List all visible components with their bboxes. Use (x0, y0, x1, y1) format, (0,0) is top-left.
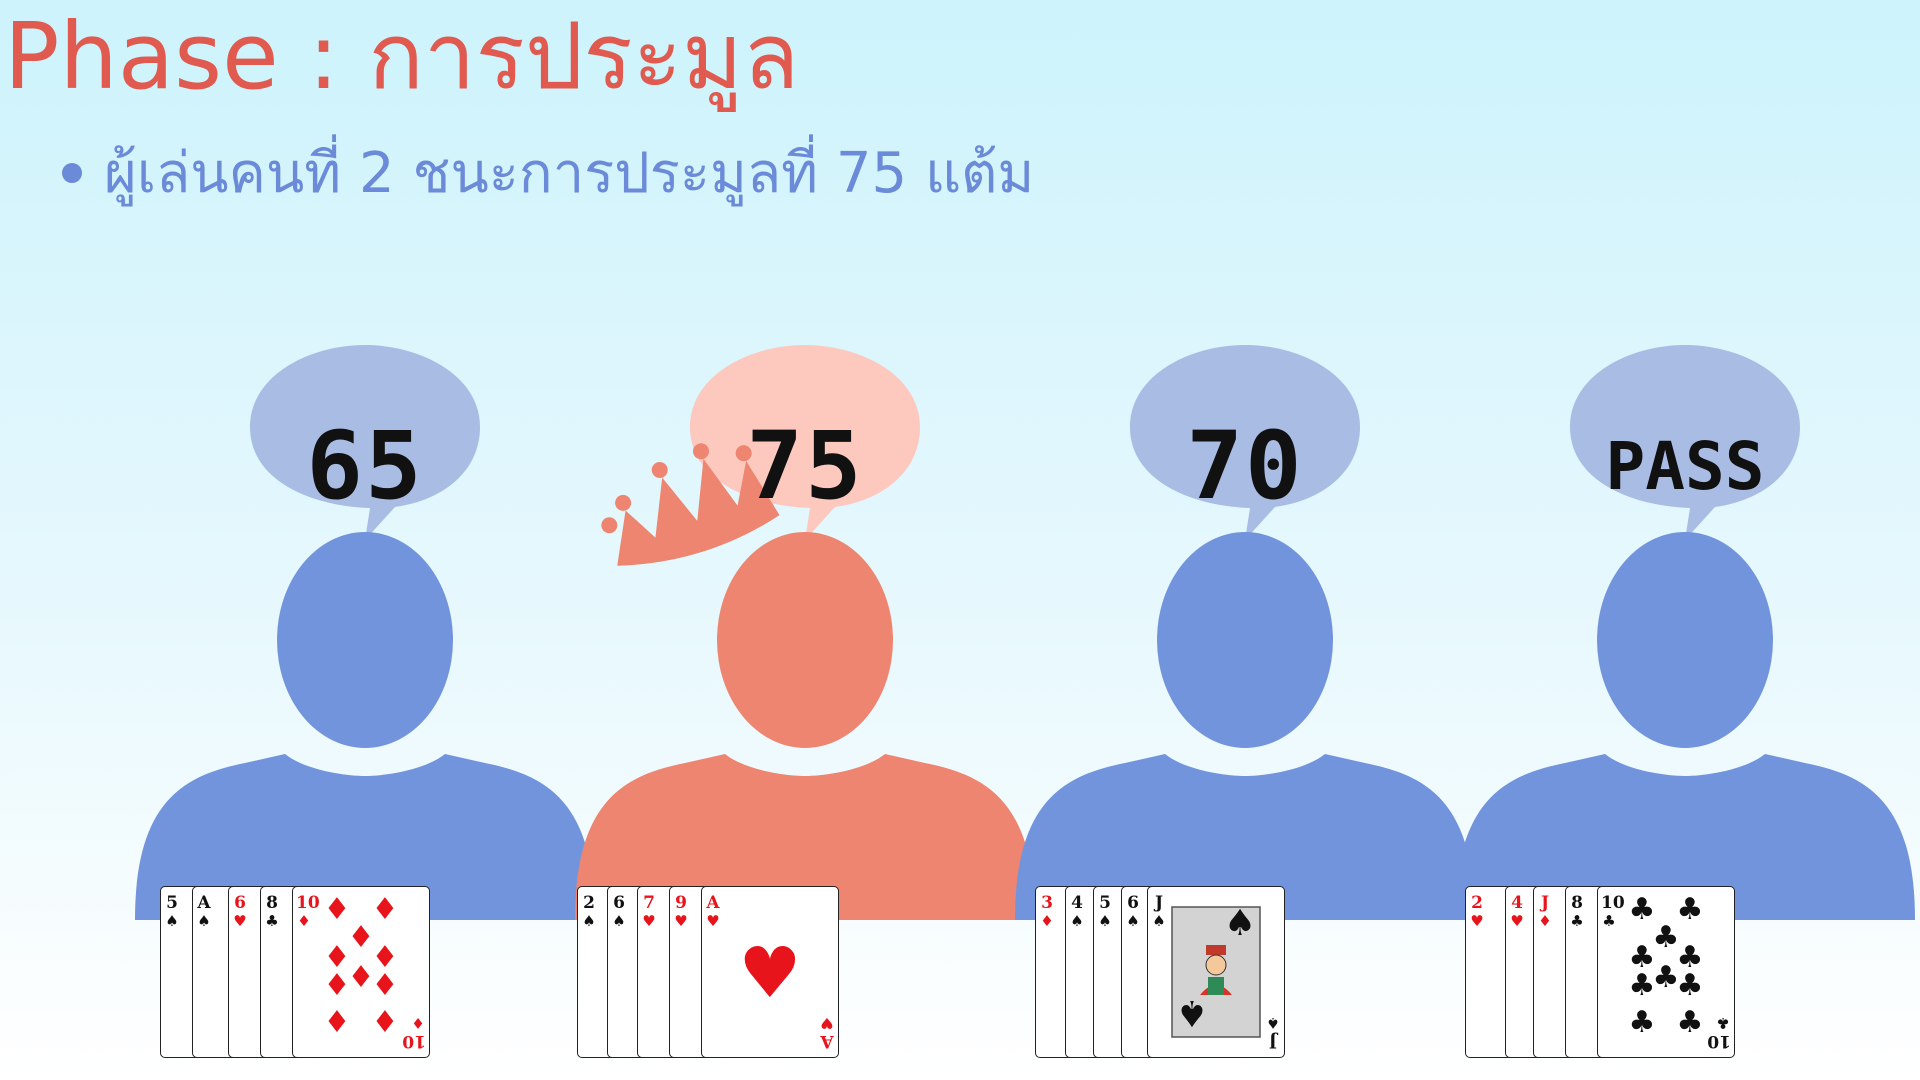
card-rank: 4 (1071, 893, 1083, 913)
bullet-text: ผู้เล่นคนที่ 2 ชนะการประมูลที่ 75 แต้ม (104, 141, 1035, 206)
svg-text:♦: ♦ (372, 1005, 399, 1040)
player-4: PASS 2 ♥ 4 ♥ J ♦ 8 ♣ 10 ♣ 10 ♣ ♣ ♣ ♣ ♣ ♣ ♣ ♣ ♣ ♣ ♣ (1435, 330, 1920, 1080)
card-suit: ♣ (1570, 912, 1584, 930)
card-face: ♣ ♣♣♣ ♣♣ ♣♣♣ ♣ (1629, 892, 1704, 1040)
bid-value: 75 (746, 412, 864, 521)
card-rank: 6 (234, 893, 246, 913)
card-suit: ♠ (165, 912, 179, 930)
card-face: ♠♠ (1171, 903, 1261, 1038)
card-index: 4 ♠ (1069, 895, 1085, 929)
card-suit: ♦ (1040, 912, 1054, 930)
card-suit: ♠ (612, 912, 626, 930)
card-rank: J (1540, 893, 1550, 913)
svg-text:♦: ♦ (348, 960, 375, 995)
card-index: 6 ♠ (1125, 895, 1141, 929)
svg-text:♣: ♣ (1677, 892, 1704, 927)
card-index: 2 ♥ (1469, 895, 1485, 929)
card-rank: 6 (1127, 893, 1139, 913)
card-face: ♦ ♦♦♦ ♦♦ ♦♦♦ ♦ (324, 892, 399, 1040)
card-index: 4 ♥ (1509, 895, 1525, 929)
svg-text:♣: ♣ (1629, 892, 1656, 927)
svg-text:♥: ♥ (739, 932, 802, 1014)
bullet-point: ผู้เล่นคนที่ 2 ชนะการประมูลที่ 75 แต้ม (62, 128, 1034, 217)
card-index: J ♦ (1537, 895, 1553, 929)
card-index: 6 ♠ (611, 895, 627, 929)
svg-text:♠: ♠ (1176, 992, 1208, 1033)
card-face: ♥ (739, 932, 802, 1014)
card-rank: 2 (583, 893, 595, 913)
card-index: A ♠ (196, 895, 212, 929)
card-suit: ♥ (1470, 912, 1484, 930)
card-rank: 9 (675, 893, 687, 913)
card-suit: ♠ (582, 912, 596, 930)
card-rank: 8 (266, 893, 278, 913)
svg-text:♣: ♣ (1629, 968, 1656, 1003)
card-suit: ♠ (197, 912, 211, 930)
bid-value: PASS (1605, 428, 1765, 505)
player-head (717, 532, 893, 748)
svg-text:♦: ♦ (348, 920, 375, 955)
card-suit: ♠ (1098, 912, 1112, 930)
card-suit: ♠ (1126, 912, 1140, 930)
card-suit: ♣ (265, 912, 279, 930)
player-2: 75 2 ♠ 6 ♠ 7 ♥ 9 ♥ A ♥ A ♥ ♥ (555, 330, 1055, 1080)
card-rank: A (197, 893, 211, 913)
svg-text:♦: ♦ (372, 968, 399, 1003)
card-index: 8 ♣ (264, 895, 280, 929)
svg-text:♣: ♣ (1653, 920, 1680, 955)
card-rank: 5 (1099, 893, 1111, 913)
card-index: 3 ♦ (1039, 895, 1055, 929)
svg-text:♣: ♣ (1677, 968, 1704, 1003)
player-1: 65 5 ♠ A ♠ 6 ♥ 8 ♣ 10 ♦ 10 ♦ ♦ ♦ ♦ ♦ ♦ ♦ ♦ ♦ ♦ ♦ (115, 330, 615, 1080)
card-index: 8 ♣ (1569, 895, 1585, 929)
card-rank: 8 (1571, 893, 1583, 913)
card-index: 2 ♠ (581, 895, 597, 929)
slide-title: Phase : การประมูล (4, 3, 800, 110)
svg-text:♣: ♣ (1629, 1005, 1656, 1040)
bid-value: 65 (306, 412, 424, 521)
card-suit: ♥ (674, 912, 688, 930)
card-rank: 5 (166, 893, 178, 913)
playing-card: J ♠ J ♠ ♠ ♠ (1147, 886, 1285, 1058)
svg-text:♦: ♦ (324, 1005, 351, 1040)
player-head (1597, 532, 1773, 748)
playing-card: A ♥ A ♥ ♥ (701, 886, 839, 1058)
card-rank: 7 (643, 893, 655, 913)
svg-text:♦: ♦ (324, 968, 351, 1003)
svg-text:♣: ♣ (1677, 1005, 1704, 1040)
card-suit: ♠ (1070, 912, 1084, 930)
card-rank: 6 (613, 893, 625, 913)
bullet-dot (62, 162, 82, 183)
card-rank: 3 (1041, 893, 1053, 913)
card-suit: ♦ (1538, 912, 1552, 930)
svg-text:♣: ♣ (1653, 960, 1680, 995)
player-3: 70 3 ♦ 4 ♠ 5 ♠ 6 ♠ J ♠ J ♠ ♠ ♠ (995, 330, 1495, 1080)
player-head (1157, 532, 1333, 748)
bid-value: 70 (1186, 412, 1304, 521)
card-index: 5 ♠ (164, 895, 180, 929)
card-rank: 2 (1471, 893, 1483, 913)
svg-text:♦: ♦ (324, 892, 351, 927)
card-index: 6 ♥ (232, 895, 248, 929)
card-suit: ♥ (233, 912, 247, 930)
svg-text:♠: ♠ (1224, 903, 1256, 944)
card-index: 7 ♥ (641, 895, 657, 929)
svg-text:♦: ♦ (372, 892, 399, 927)
card-index: 5 ♠ (1097, 895, 1113, 929)
card-index: 9 ♥ (673, 895, 689, 929)
card-rank: 4 (1511, 893, 1523, 913)
playing-card: 10 ♣ 10 ♣ ♣ ♣ ♣ ♣ ♣ ♣ ♣ ♣ ♣ ♣ (1597, 886, 1735, 1058)
playing-card: 10 ♦ 10 ♦ ♦ ♦ ♦ ♦ ♦ ♦ ♦ ♦ ♦ ♦ (292, 886, 430, 1058)
card-suit: ♥ (1510, 912, 1524, 930)
card-suit: ♥ (642, 912, 656, 930)
player-head (277, 532, 453, 748)
